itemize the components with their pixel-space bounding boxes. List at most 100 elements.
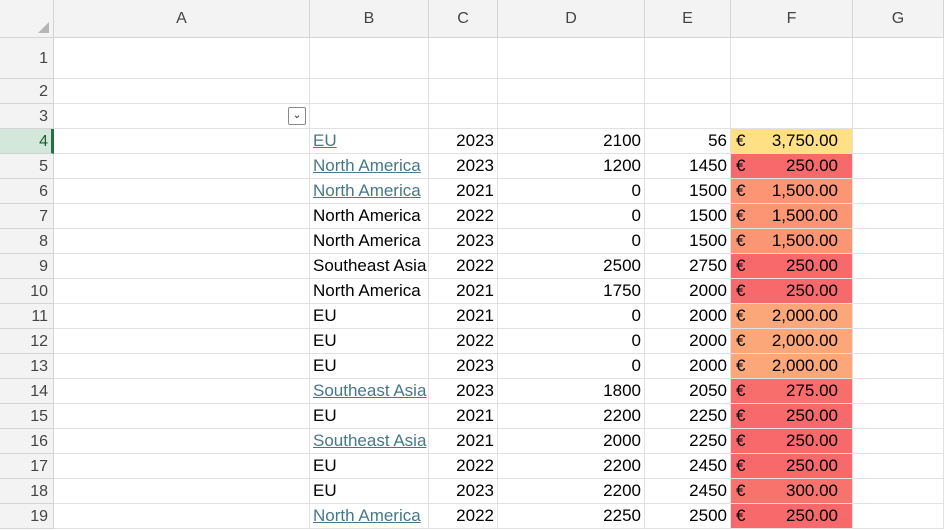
cell-year[interactable]: 2021	[429, 429, 498, 454]
cell-year[interactable]: 2022	[429, 254, 498, 279]
cell-total-cost[interactable]: 2050	[645, 379, 731, 404]
cell-g[interactable]	[853, 379, 944, 404]
cell-cost-per-month[interactable]: €250.00	[731, 254, 853, 279]
cell-g[interactable]	[853, 429, 944, 454]
cell-cost-per-month[interactable]: €300.00	[731, 479, 853, 504]
cell-year[interactable]: 2023	[429, 229, 498, 254]
cell-region[interactable]: North America	[310, 504, 429, 529]
column-header-F[interactable]: F	[731, 0, 853, 38]
cell-cost-category[interactable]	[54, 254, 310, 279]
cell-year[interactable]: 2021	[429, 304, 498, 329]
row-header-1[interactable]: 1	[0, 38, 54, 79]
cell-cost-category[interactable]	[54, 329, 310, 354]
column-header-D[interactable]: D	[498, 0, 645, 38]
cell-year[interactable]: 2021	[429, 404, 498, 429]
cell-one-time-cost[interactable]: 0	[498, 329, 645, 354]
cell-one-time-cost[interactable]: 0	[498, 354, 645, 379]
cell-g[interactable]	[853, 229, 944, 254]
cell-g[interactable]	[853, 179, 944, 204]
row-header-2[interactable]: 2	[0, 79, 54, 104]
row-header-19[interactable]: 19	[0, 504, 54, 529]
row-header-16[interactable]: 16	[0, 429, 54, 454]
cell-cost-per-month[interactable]: €250.00	[731, 404, 853, 429]
row-header-11[interactable]: 11	[0, 304, 54, 329]
cell-cost-per-month[interactable]: €250.00	[731, 429, 853, 454]
cell-cost-per-month[interactable]: €250.00	[731, 154, 853, 179]
row-header-10[interactable]: 10	[0, 279, 54, 304]
row-header-9[interactable]: 9	[0, 254, 54, 279]
cell-one-time-cost[interactable]: 1800	[498, 379, 645, 404]
cell-cost-per-month[interactable]: €2,000.00	[731, 304, 853, 329]
cell-total-cost[interactable]: 1500	[645, 229, 731, 254]
header-region[interactable]	[310, 104, 429, 129]
cell-year[interactable]: 2023	[429, 129, 498, 154]
cell-one-time-cost[interactable]: 2000	[498, 429, 645, 454]
cell-total-cost[interactable]: 56	[645, 129, 731, 154]
cell-one-time-cost[interactable]: 1200	[498, 154, 645, 179]
row-header-14[interactable]: 14	[0, 379, 54, 404]
row-header-18[interactable]: 18	[0, 479, 54, 504]
column-header-A[interactable]: A	[54, 0, 310, 38]
cell-one-time-cost[interactable]: 2200	[498, 454, 645, 479]
cell-cost-per-month[interactable]: €3,750.00	[731, 129, 853, 154]
cell-region[interactable]: EU	[310, 454, 429, 479]
cell-year[interactable]: 2022	[429, 329, 498, 354]
cell-cost-category[interactable]	[54, 379, 310, 404]
cell-one-time-cost[interactable]: 2200	[498, 479, 645, 504]
cell-cost-category[interactable]	[54, 129, 310, 154]
cell-total-cost[interactable]: 2450	[645, 454, 731, 479]
cell-one-time-cost[interactable]: 2500	[498, 254, 645, 279]
cell-cost-category[interactable]	[54, 204, 310, 229]
cell-cost-category[interactable]	[54, 179, 310, 204]
cell-one-time-cost[interactable]: 0	[498, 229, 645, 254]
cell-cost-per-month[interactable]: €1,500.00	[731, 179, 853, 204]
cell-r2[interactable]	[731, 79, 853, 104]
cell-r1[interactable]	[853, 38, 944, 79]
cell-region[interactable]: EU	[310, 329, 429, 354]
cell-total-cost[interactable]: 2750	[645, 254, 731, 279]
cell-year[interactable]: 2023	[429, 354, 498, 379]
cell-region[interactable]: Southeast Asia	[310, 379, 429, 404]
cell-total-cost[interactable]: 2000	[645, 329, 731, 354]
cell-total-cost[interactable]: 2500	[645, 504, 731, 529]
cell-region[interactable]: EU	[310, 479, 429, 504]
cell-g[interactable]	[853, 504, 944, 529]
cell-year[interactable]: 2022	[429, 454, 498, 479]
cell-g[interactable]	[853, 454, 944, 479]
cell-one-time-cost[interactable]: 0	[498, 179, 645, 204]
cell-cost-category[interactable]	[54, 404, 310, 429]
cell-one-time-cost[interactable]: 0	[498, 304, 645, 329]
row-header-3[interactable]: 3	[0, 104, 54, 129]
column-header-G[interactable]: G	[853, 0, 944, 38]
column-header-C[interactable]: C	[429, 0, 498, 38]
cell-g[interactable]	[853, 479, 944, 504]
cell-g[interactable]	[853, 204, 944, 229]
cell-total-cost[interactable]: 1500	[645, 204, 731, 229]
select-all-button[interactable]	[0, 0, 54, 38]
cell-cost-category[interactable]	[54, 354, 310, 379]
cell-total-cost[interactable]: 2450	[645, 479, 731, 504]
cell-total-cost[interactable]: 2250	[645, 404, 731, 429]
region-link[interactable]: Southeast Asia	[313, 431, 426, 450]
cell-region[interactable]: EU	[310, 129, 429, 154]
cell-cost-category[interactable]	[54, 429, 310, 454]
cell-year[interactable]: 2023	[429, 154, 498, 179]
cell-cost-per-month[interactable]: €1,500.00	[731, 229, 853, 254]
cell-cost-per-month[interactable]: €2,000.00	[731, 329, 853, 354]
cell-r2[interactable]	[429, 79, 498, 104]
cell-one-time-cost[interactable]: 1750	[498, 279, 645, 304]
cell-g[interactable]	[853, 329, 944, 354]
cell-r1[interactable]	[310, 38, 429, 79]
cell-year[interactable]: 2021	[429, 179, 498, 204]
cell-region[interactable]: North America	[310, 154, 429, 179]
row-header-15[interactable]: 15	[0, 404, 54, 429]
cell-g[interactable]	[853, 129, 944, 154]
cell-year[interactable]: 2023	[429, 479, 498, 504]
row-header-4[interactable]: 4	[0, 129, 54, 154]
cell-one-time-cost[interactable]: 2250	[498, 504, 645, 529]
cell-r3-g[interactable]	[853, 104, 944, 129]
row-header-5[interactable]: 5	[0, 154, 54, 179]
row-header-17[interactable]: 17	[0, 454, 54, 479]
cell-cost-category[interactable]	[54, 454, 310, 479]
cell-r2[interactable]	[54, 79, 310, 104]
